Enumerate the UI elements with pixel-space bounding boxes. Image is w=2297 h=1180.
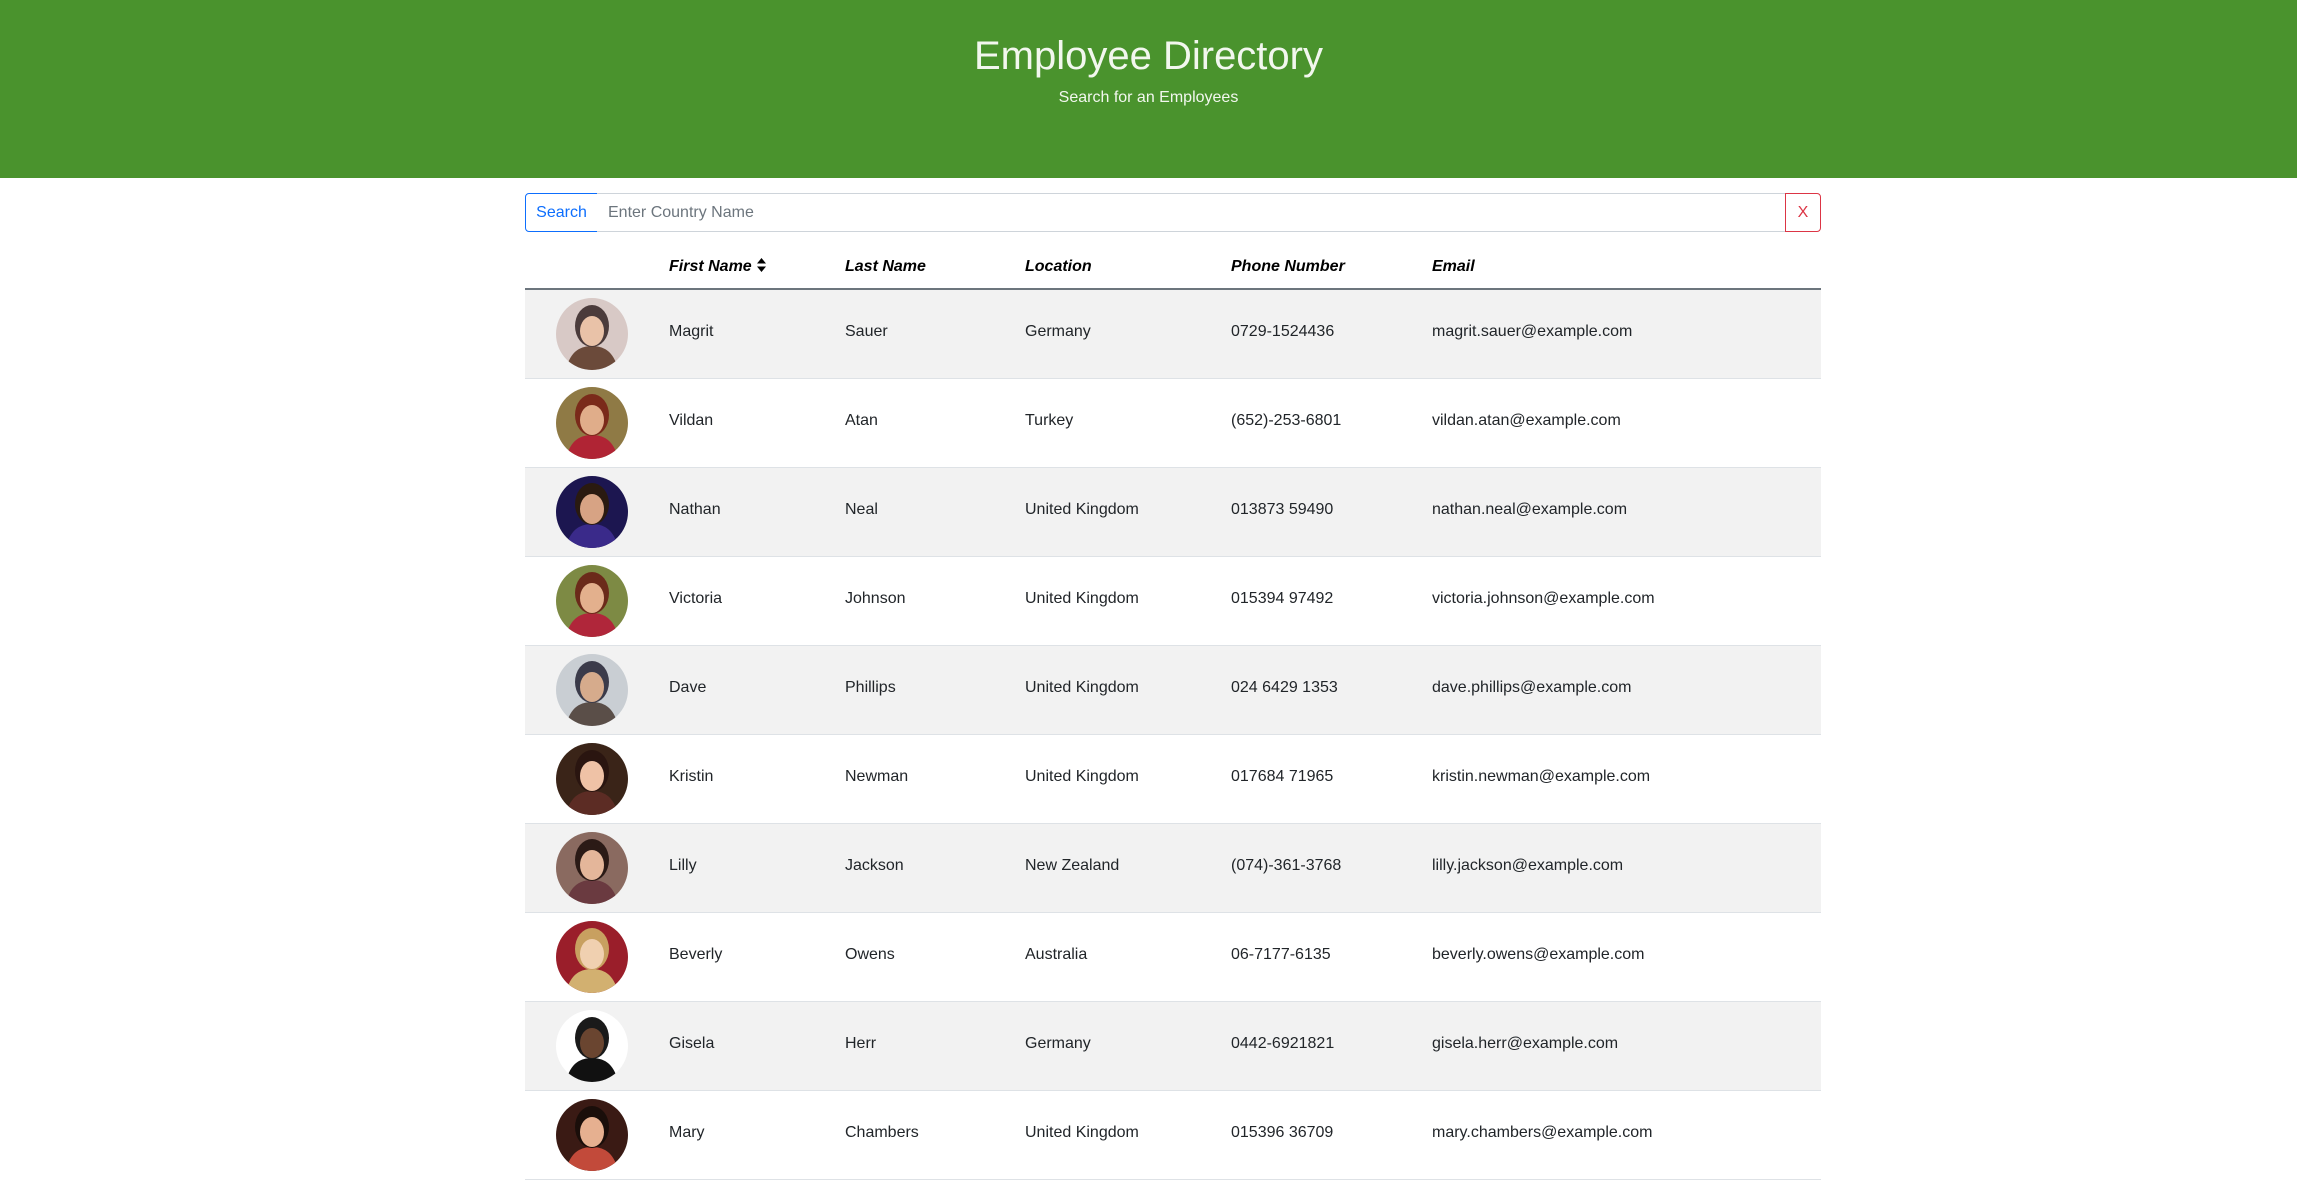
email-cell: nathan.neal@example.com (1432, 501, 1628, 518)
avatar (556, 832, 628, 904)
employee-table: First Name Last Name Location Phone Numb… (525, 252, 1821, 1180)
table-row: Mary Chambers United Kingdom 015396 36709 ma… (525, 1091, 1821, 1180)
avatar (556, 743, 628, 815)
table-row: Gisela Herr Germany 0442-6921821 gisela.herr… (525, 1002, 1821, 1091)
table-row: Kristin Newman United Kingdom 017684 71965 k… (525, 735, 1821, 824)
phone-cell: 024 6429 1353 (1231, 679, 1338, 696)
column-header-last-name: Last Name (845, 258, 926, 275)
last-name-cell: Johnson (845, 590, 906, 607)
location-cell: Turkey (1025, 412, 1074, 429)
column-header-location: Location (1025, 258, 1092, 275)
avatar (556, 654, 628, 726)
location-cell: United Kingdom (1025, 768, 1139, 785)
first-name-cell: Victoria (669, 590, 723, 607)
avatar (556, 387, 628, 459)
table-row: Vildan Atan Turkey (652)-253-6801 vildan.ata… (525, 379, 1821, 468)
email-cell: lilly.jackson@example.com (1432, 857, 1624, 874)
page-title: Employee Directory (973, 34, 1323, 78)
first-name-cell: Beverly (669, 946, 723, 963)
table-header: First Name Last Name Location Phone Numb… (525, 252, 1821, 290)
phone-cell: 06-7177-6135 (1231, 946, 1331, 963)
phone-cell: 017684 71965 (1231, 768, 1334, 785)
last-name-cell: Herr (845, 1035, 877, 1052)
email-cell: victoria.johnson@example.com (1432, 590, 1655, 607)
last-name-cell: Jackson (845, 857, 904, 874)
avatar (556, 298, 628, 370)
first-name-cell: Magrit (669, 323, 714, 340)
page-header: Employee Directory Search for an Employe… (0, 0, 2297, 178)
last-name-cell: Newman (845, 768, 909, 785)
phone-cell: (074)-361-3768 (1231, 857, 1342, 874)
email-cell: vildan.atan@example.com (1432, 412, 1621, 429)
location-cell: New Zealand (1025, 857, 1120, 874)
phone-cell: 015396 36709 (1231, 1124, 1334, 1141)
phone-cell: 0442-6921821 (1231, 1035, 1335, 1052)
avatar (556, 921, 628, 993)
phone-cell: 013873 59490 (1231, 501, 1334, 518)
location-cell: United Kingdom (1025, 590, 1139, 607)
avatar (556, 565, 628, 637)
location-cell: Germany (1025, 323, 1091, 340)
location-cell: United Kingdom (1025, 501, 1139, 518)
last-name-cell: Chambers (845, 1124, 919, 1141)
first-name-cell: Vildan (669, 412, 714, 429)
phone-cell: 0729-1524436 (1231, 323, 1335, 340)
column-header-first-name[interactable]: First Name (669, 258, 766, 276)
last-name-cell: Atan (845, 412, 878, 429)
column-header-first-name-label: First Name (669, 258, 752, 275)
table-row: Lilly Jackson New Zealand (074)-361-3768 lil… (525, 824, 1821, 913)
first-name-cell: Mary (669, 1124, 705, 1141)
email-cell: kristin.newman@example.com (1432, 768, 1651, 785)
phone-cell: (652)-253-6801 (1231, 412, 1342, 429)
search-button[interactable]: Search (525, 193, 598, 232)
location-cell: Germany (1025, 1035, 1091, 1052)
table-row: Nathan Neal United Kingdom 013873 59490 nath… (525, 468, 1821, 557)
avatar (556, 476, 628, 548)
email-cell: beverly.owens@example.com (1432, 946, 1645, 963)
email-cell: dave.phillips@example.com (1432, 679, 1632, 696)
phone-cell: 015394 97492 (1231, 590, 1334, 607)
location-cell: Australia (1025, 946, 1088, 963)
avatar (556, 1010, 628, 1082)
email-cell: magrit.sauer@example.com (1432, 323, 1633, 340)
table-row: Victoria Johnson United Kingdom 015394 9749… (525, 557, 1821, 646)
search-bar: Search X (525, 193, 1821, 232)
last-name-cell: Sauer (845, 323, 888, 340)
column-header-phone: Phone Number (1231, 258, 1345, 275)
page-subtitle: Search for an Employees (1058, 89, 1239, 106)
table-row: Magrit Sauer Germany 0729-1524436 magrit.sau… (525, 290, 1821, 379)
table-row: Dave Phillips United Kingdom 024 6429 1353 d… (525, 646, 1821, 735)
table-row: Beverly Owens Australia 06-7177-6135 beverly… (525, 913, 1821, 1002)
first-name-cell: Gisela (669, 1035, 715, 1052)
first-name-cell: Dave (669, 679, 707, 696)
last-name-cell: Neal (845, 501, 878, 518)
table-body: Magrit Sauer Germany 0729-1524436 magrit.sau… (525, 290, 1821, 1180)
email-cell: gisela.herr@example.com (1432, 1035, 1619, 1052)
first-name-cell: Kristin (669, 768, 714, 785)
location-cell: United Kingdom (1025, 1124, 1139, 1141)
first-name-cell: Nathan (669, 501, 721, 518)
country-search-input[interactable] (597, 193, 1785, 232)
email-cell: mary.chambers@example.com (1432, 1124, 1653, 1141)
location-cell: United Kingdom (1025, 679, 1139, 696)
last-name-cell: Phillips (845, 679, 896, 696)
sort-icon[interactable] (756, 258, 766, 272)
column-header-email: Email (1432, 258, 1475, 275)
clear-search-button[interactable]: X (1785, 193, 1821, 232)
last-name-cell: Owens (845, 946, 895, 963)
first-name-cell: Lilly (669, 857, 697, 874)
avatar (556, 1099, 628, 1171)
